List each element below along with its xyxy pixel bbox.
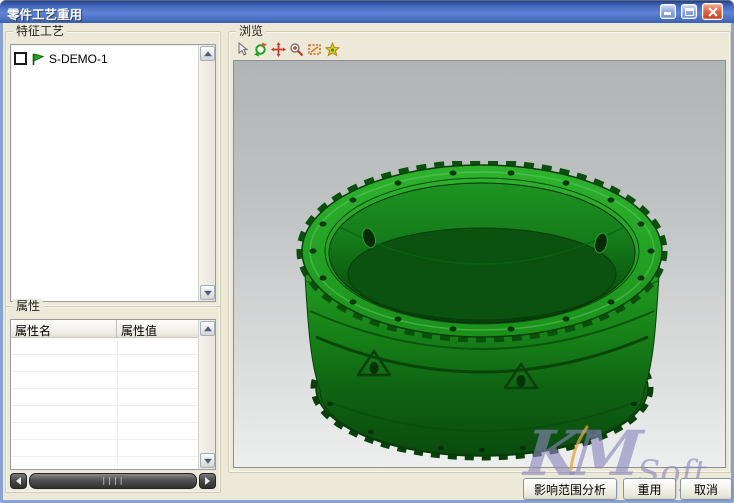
chevron-down-icon: [204, 458, 212, 463]
green-ring-3d-model: [296, 161, 674, 461]
chevron-right-icon: [205, 477, 210, 485]
chevron-up-icon: [204, 326, 212, 331]
cancel-button[interactable]: 取消: [680, 478, 732, 500]
minimize-button[interactable]: [660, 4, 676, 19]
horizontal-scrollbar-thumb[interactable]: ||||: [29, 473, 197, 489]
column-separator: [117, 338, 118, 469]
scroll-left-button[interactable]: [10, 473, 27, 489]
table-scroll-down-button[interactable]: [200, 453, 215, 468]
tree-scroll-up-button[interactable]: [200, 46, 215, 61]
chevron-down-icon: [204, 290, 212, 295]
green-flag-icon: [31, 52, 45, 66]
browse-label: 浏览: [236, 24, 266, 38]
maximize-icon: [685, 8, 694, 16]
pan-view-icon[interactable]: [271, 42, 286, 57]
feature-process-group: 特征工艺 S-DEMO-1: [5, 31, 221, 307]
feature-tree[interactable]: S-DEMO-1: [10, 44, 216, 302]
tree-item-label: S-DEMO-1: [49, 52, 108, 66]
zoom-window-icon[interactable]: [307, 42, 322, 57]
window-title: 零件工艺重用: [7, 4, 82, 23]
column-header-name[interactable]: 属性名: [11, 320, 117, 337]
model-viewport[interactable]: [233, 60, 726, 468]
tree-item-checkbox[interactable]: [14, 52, 27, 65]
column-header-value[interactable]: 属性值: [117, 320, 198, 337]
table-horizontal-scrollbar[interactable]: ||||: [10, 473, 216, 489]
tree-item-sdemo1[interactable]: S-DEMO-1: [14, 50, 108, 67]
feature-process-label: 特征工艺: [13, 24, 67, 38]
close-button[interactable]: [702, 3, 723, 20]
table-vertical-scrollbar[interactable]: [198, 320, 215, 469]
select-cursor-icon[interactable]: [235, 42, 250, 57]
impact-scope-analysis-button[interactable]: 影响范围分析: [523, 478, 617, 500]
dialog-window: 零件工艺重用 特征工艺 S-DEMO-1: [0, 0, 734, 503]
rotate-view-icon[interactable]: [253, 42, 268, 57]
minimize-icon: [664, 12, 671, 15]
browse-group: 浏览: [228, 31, 731, 473]
scrollbar-grip-icon: ||||: [101, 477, 124, 485]
properties-table[interactable]: 属性名 属性值: [10, 319, 216, 470]
tree-vertical-scrollbar[interactable]: [198, 45, 215, 301]
reuse-button[interactable]: 重用: [623, 478, 676, 500]
chevron-left-icon: [16, 477, 21, 485]
title-bar[interactable]: 零件工艺重用: [0, 0, 734, 23]
fit-view-icon[interactable]: [325, 42, 340, 57]
scroll-right-button[interactable]: [199, 473, 216, 489]
tree-scroll-down-button[interactable]: [200, 285, 215, 300]
zoom-dynamic-icon[interactable]: [289, 42, 304, 57]
chevron-up-icon: [204, 51, 212, 56]
maximize-button[interactable]: [681, 4, 697, 19]
properties-table-header: 属性名 属性值: [11, 320, 198, 338]
dialog-client-area: 特征工艺 S-DEMO-1 属性: [3, 23, 731, 500]
properties-table-rows[interactable]: [11, 338, 198, 469]
properties-label: 属性: [13, 299, 43, 313]
properties-group: 属性 属性名 属性值 ||||: [5, 306, 221, 493]
table-scroll-up-button[interactable]: [200, 321, 215, 336]
view-toolbar: [235, 42, 340, 58]
